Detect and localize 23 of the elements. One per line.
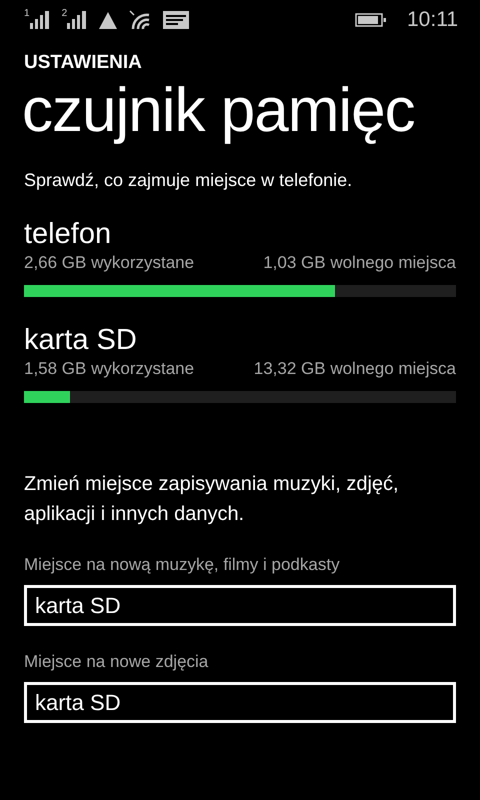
clock: 10:11 [407, 8, 458, 32]
storage-name: telefon [24, 217, 112, 251]
page-title: czujnik pamięc [21, 75, 416, 144]
battery-icon [355, 13, 387, 27]
used-space: 2,66 GB wykorzystane [24, 253, 194, 273]
sim-number: 2 [62, 9, 68, 19]
location-picker[interactable]: karta SD [24, 682, 456, 723]
location-picker[interactable]: karta SD [24, 585, 456, 626]
storage-name: karta SD [24, 323, 138, 357]
sim-number: 1 [24, 9, 30, 19]
free-space: 13,32 GB wolnego miejsca [254, 359, 456, 379]
used-space: 1,58 GB wykorzystane [24, 359, 194, 379]
message-icon [163, 11, 190, 29]
signal-icon [67, 11, 88, 29]
field-label: Miejsce na nową muzykę, filmy i podkasty [24, 555, 341, 575]
field-label: Miejsce na nowe zdjęcia [24, 652, 210, 672]
app-title: USTAWIENIA [23, 51, 143, 74]
intro-text: Sprawdź, co zajmuje miejsce w telefonie. [23, 169, 354, 192]
description-text: Zmień miejsce zapisywania muzyki, zdjęć, aplikacji i innych danych. [23, 472, 400, 527]
triangle-icon [99, 12, 118, 28]
signal-icon [30, 11, 50, 29]
wifi-icon [129, 10, 152, 30]
free-space: 1,03 GB wolnego miejsca [263, 253, 456, 273]
